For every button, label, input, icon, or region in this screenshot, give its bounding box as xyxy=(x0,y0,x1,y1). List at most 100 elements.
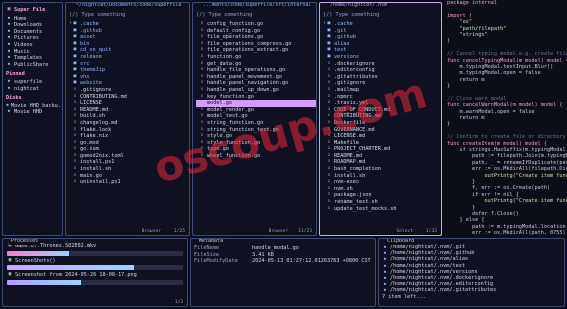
file-item[interactable]: ▫ style.go xyxy=(196,133,316,140)
sidebar-item[interactable]: ▪ Movie HHD xyxy=(6,109,62,116)
file-item[interactable]: ▫ nvm-exec xyxy=(323,179,441,186)
panel1-search-input[interactable]: (/) Type something xyxy=(69,12,189,19)
file-item[interactable]: ▫ file_operations.go xyxy=(196,34,316,41)
progress-bar xyxy=(7,265,183,271)
sidebar-item[interactable]: ▪ Documents xyxy=(6,29,62,36)
file-name: handle_panel_navigation.go xyxy=(207,80,289,87)
folder-item[interactable]: ■ .github xyxy=(69,28,189,35)
file-item[interactable]: ▫ handle_file_operations.go xyxy=(196,67,316,74)
folder-item[interactable]: ■ test xyxy=(323,47,441,54)
file-panel-3[interactable]: /home/nightcat/.nvm (/) Type something ›… xyxy=(319,2,442,236)
file-item[interactable]: ▫ default_config.go xyxy=(196,28,316,35)
sidebar-item[interactable]: ▪ Templates xyxy=(6,55,62,62)
file-panel-1[interactable]: ~/nightcat/Documents/code/superfile (/) … xyxy=(65,2,190,236)
folder-item[interactable]: ■ cd_on_quit xyxy=(69,47,189,54)
file-item[interactable]: ▫ .gitattributes xyxy=(323,74,441,81)
folder-item[interactable]: ■ asset xyxy=(69,34,189,41)
file-item[interactable]: ▫ ROADMAP.md xyxy=(323,159,441,166)
file-item[interactable]: ▫ GOVERNANCE.md xyxy=(323,127,441,134)
file-item[interactable]: ▫ CONTRIBUTING.md xyxy=(323,113,441,120)
file-item[interactable]: ▫ LICENSE xyxy=(69,100,189,107)
file-item[interactable]: ▫ rename_test.sh xyxy=(323,199,441,206)
file-item[interactable]: ▫ .editorconfig xyxy=(323,67,441,74)
sidebar-item[interactable]: ▪ superfile xyxy=(6,79,62,86)
file-item[interactable]: ▫ .gitignore xyxy=(69,87,189,94)
panel3-search-input[interactable]: (/) Type something xyxy=(323,12,441,19)
file-item[interactable]: ▫ README.md xyxy=(69,107,189,114)
file-item[interactable]: ▫ .gitignore xyxy=(323,80,441,87)
file-item[interactable]: ▫ Dockerfile xyxy=(323,120,441,127)
folder-item[interactable]: ■ themeJip xyxy=(69,67,189,74)
folder-item[interactable]: ■ vhs xyxy=(69,74,189,81)
file-item[interactable]: ▫ function.go xyxy=(196,54,316,61)
folder-item[interactable]: ■ .github xyxy=(323,34,441,41)
folder-item[interactable]: ■ src xyxy=(69,61,189,68)
file-item[interactable]: ▫ file_operations_compress.go xyxy=(196,41,316,48)
folder-item[interactable]: ■ release xyxy=(69,54,189,61)
folder-item[interactable]: ■ versions xyxy=(323,54,441,61)
folder-item[interactable]: ■ website xyxy=(69,80,189,87)
file-item[interactable]: ▫ main.go xyxy=(69,173,189,180)
file-item[interactable]: ▫ file_operations_extract.go xyxy=(196,47,316,54)
sidebar-item[interactable]: ▪ Videos xyxy=(6,42,62,49)
file-item[interactable]: ▫ Makefile xyxy=(323,140,441,147)
file-item[interactable]: ▫ style_function.go xyxy=(196,140,316,147)
file-item[interactable]: ▫ string_function_test.go xyxy=(196,127,316,134)
file-item[interactable]: ▫ package.json xyxy=(323,192,441,199)
file-item[interactable]: ▫ go.mod xyxy=(69,140,189,147)
file-item[interactable]: ▫ model_test.go xyxy=(196,113,316,120)
file-item[interactable]: ▫ CODE_OF_CONDUCT.md xyxy=(323,107,441,114)
folder-item[interactable]: ■ .git xyxy=(323,28,441,35)
file-icon: ▫ xyxy=(73,106,77,112)
file-item[interactable]: ▫ flake.nix xyxy=(69,133,189,140)
file-item[interactable]: ▫ install.sh xyxy=(69,166,189,173)
file-item[interactable]: ▫ get_data.go xyxy=(196,61,316,68)
file-icon: ▫ xyxy=(200,86,204,92)
sidebar-item[interactable]: ▪ Home xyxy=(6,16,62,23)
file-item[interactable]: ▫ handle_panel_navigation.go xyxy=(196,80,316,87)
file-item[interactable]: ▫ update_test_mocks.sh xyxy=(323,206,441,213)
file-item[interactable]: ▫ key_function.go xyxy=(196,94,316,101)
file-item[interactable]: ▫ install.sh xyxy=(323,173,441,180)
file-item[interactable]: ▫ config_function.go xyxy=(196,21,316,28)
file-item[interactable]: ▫ build.sh xyxy=(69,113,189,120)
sidebar-item[interactable]: ▪ Downloads xyxy=(6,22,62,29)
file-item[interactable]: ▫ README.md xyxy=(323,153,441,160)
file-item[interactable]: ▫ go.sum xyxy=(69,146,189,153)
sidebar-item[interactable]: ▪ Movie HHD backu... xyxy=(6,103,62,110)
sidebar-item[interactable]: ▪ Music xyxy=(6,49,62,56)
file-item[interactable]: ▫ handle_panel_movement.go xyxy=(196,74,316,81)
file-item[interactable]: ▫ .mailmap xyxy=(323,87,441,94)
folder-icon: ▪ xyxy=(7,61,11,67)
file-item[interactable]: ▫ install.ps1 xyxy=(69,159,189,166)
file-item[interactable]: ▫ type.go xyxy=(196,146,316,153)
file-item[interactable]: ▫ flake.lock xyxy=(69,127,189,134)
file-item[interactable]: ▫ uninstall.ps1 xyxy=(69,179,189,186)
file-icon: ▫ xyxy=(200,126,204,132)
file-item[interactable]: ▫ LICENSE.md xyxy=(323,133,441,140)
file-item[interactable]: ▫ .npmrc xyxy=(323,94,441,101)
file-item[interactable]: ▫ .dockerignore xyxy=(323,61,441,68)
folder-item[interactable]: › ■ .cache xyxy=(69,21,189,28)
file-item[interactable]: ▫ string_function.go xyxy=(196,120,316,127)
file-item[interactable]: ▫ changelog.md xyxy=(69,120,189,127)
panel2-search-input[interactable]: (/) Type something xyxy=(196,12,316,19)
file-item[interactable]: ▫ model_render.go xyxy=(196,107,316,114)
file-item[interactable]: ▫ model.go xyxy=(196,100,316,107)
file-item[interactable]: ▫ CONTRIBUTING.md xyxy=(69,94,189,101)
file-item[interactable]: ▫ PROJECT_CHARTER.md xyxy=(323,146,441,153)
sidebar-item[interactable]: ▪ nightcat xyxy=(6,86,62,93)
folder-item[interactable]: ■ alias xyxy=(323,41,441,48)
folder-item[interactable]: › ■ .cache xyxy=(323,21,441,28)
file-item[interactable]: ▫ wheel_function.go xyxy=(196,153,316,160)
file-item[interactable]: ▫ .travis.yml xyxy=(323,100,441,107)
file-item[interactable]: ▫ bash_completion xyxy=(323,166,441,173)
file-item[interactable]: ▫ nvm.sh xyxy=(323,186,441,193)
sidebar-item[interactable]: ▪ Pictures xyxy=(6,35,62,42)
process-item: ▣ Game.of.Thrones.S02E02.mkv xyxy=(7,243,183,256)
file-item[interactable]: ▫ gomod2nix.toml xyxy=(69,153,189,160)
sidebar-item[interactable]: ▪ PublicShare xyxy=(6,62,62,69)
file-item[interactable]: ▫ handle_panel_up_down.go xyxy=(196,87,316,94)
folder-item[interactable]: ■ bin xyxy=(69,41,189,48)
file-panel-2[interactable]: ...ments/code/superfile/src/internal (/)… xyxy=(192,2,317,236)
